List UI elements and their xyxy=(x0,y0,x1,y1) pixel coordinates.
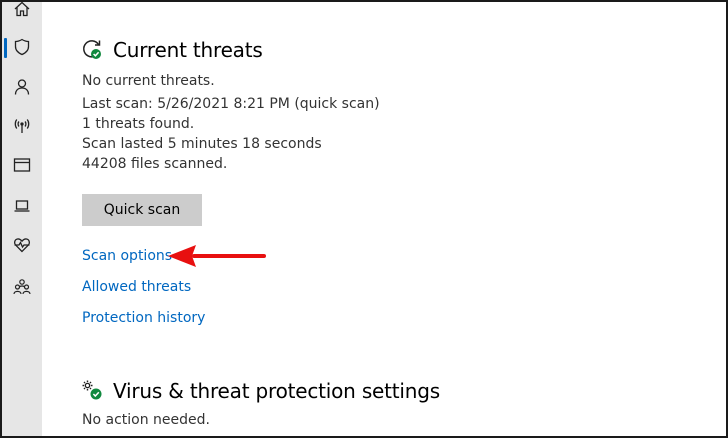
scan-options-link[interactable]: Scan options xyxy=(82,248,172,264)
settings-gear-check-icon xyxy=(82,380,102,400)
windows-security-window: Current threats No current threats. Last… xyxy=(0,0,728,438)
sidebar-item-account-protection[interactable] xyxy=(2,72,42,102)
sidebar-item-app-browser[interactable] xyxy=(2,150,42,180)
family-icon xyxy=(13,279,31,295)
shield-icon xyxy=(14,38,30,56)
sidebar-item-firewall[interactable] xyxy=(2,111,42,141)
app-browser-icon xyxy=(13,158,31,172)
red-arrow-annotation xyxy=(168,245,266,267)
heart-pulse-icon xyxy=(14,238,30,253)
allowed-threats-link[interactable]: Allowed threats xyxy=(82,279,191,295)
threats-found-text: 1 threats found. xyxy=(82,116,195,132)
sidebar-item-family-options[interactable] xyxy=(2,272,42,302)
last-scan-text: Last scan: 5/26/2021 8:21 PM (quick scan… xyxy=(82,96,380,112)
wifi-antenna-icon xyxy=(14,119,30,133)
virus-settings-title: Virus & threat protection settings xyxy=(113,379,440,403)
sidebar-item-virus-protection[interactable] xyxy=(2,32,42,62)
threat-status-text: No current threats. xyxy=(82,73,215,89)
sidebar-item-device-security[interactable] xyxy=(2,191,42,221)
virus-settings-status-text: No action needed. xyxy=(82,412,210,428)
scan-duration-text: Scan lasted 5 minutes 18 seconds xyxy=(82,136,322,152)
quick-scan-button[interactable]: Quick scan xyxy=(82,194,202,226)
sidebar-nav xyxy=(2,2,42,436)
files-scanned-text: 44208 files scanned. xyxy=(82,156,228,172)
sidebar-item-device-performance[interactable] xyxy=(2,230,42,260)
scan-refresh-check-icon xyxy=(83,40,101,59)
current-threats-title: Current threats xyxy=(113,38,263,62)
laptop-icon xyxy=(14,200,30,212)
protection-history-link[interactable]: Protection history xyxy=(82,310,205,326)
home-icon xyxy=(14,2,30,17)
person-icon xyxy=(14,79,30,95)
sidebar-item-home[interactable] xyxy=(2,2,42,24)
